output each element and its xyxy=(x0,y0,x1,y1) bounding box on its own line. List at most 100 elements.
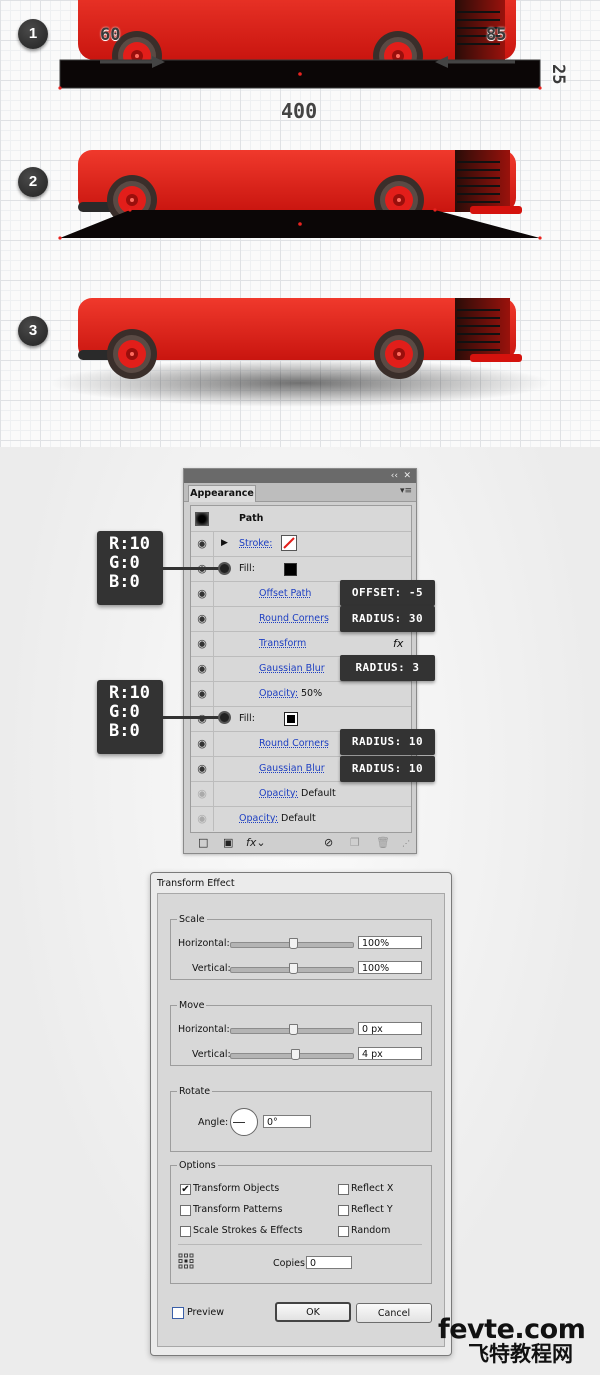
slider-thumb[interactable] xyxy=(289,1024,298,1035)
transform-patterns-checkbox[interactable] xyxy=(180,1205,191,1216)
random-label: Random xyxy=(351,1225,391,1236)
move-horizontal-input[interactable]: 0 px xyxy=(358,1022,422,1035)
scale-strokes-label: Scale Strokes & Effects xyxy=(193,1225,303,1236)
dialog-body: Scale Horizontal: 100% Vertical: 100% Mo… xyxy=(157,893,445,1347)
expand-triangle-icon[interactable]: ▶ xyxy=(221,531,228,556)
panel-footer: □ ▣ fx⌄ ⊘ ❐ 🗑 ⋰ xyxy=(184,833,416,853)
row-opacity-1[interactable]: ◉ Opacity: 50% xyxy=(191,681,411,707)
opacity-value: Default xyxy=(281,813,316,824)
round-corners-link[interactable]: Round Corners xyxy=(259,606,329,631)
radius-10-callout-a: RADIUS: 10 xyxy=(340,729,435,755)
leader-line xyxy=(163,567,221,570)
bus-illustrations xyxy=(50,0,550,407)
row-opacity-3[interactable]: ◉ Opacity: Default xyxy=(191,806,411,831)
rotate-legend: Rotate xyxy=(179,1086,211,1097)
fill-swatch-selected[interactable] xyxy=(284,712,298,726)
fx-icon: fx xyxy=(393,637,404,650)
row-path[interactable]: Path xyxy=(191,506,411,532)
reflect-y-label: Reflect Y xyxy=(351,1204,393,1215)
transform-patterns-label: Transform Patterns xyxy=(193,1204,283,1215)
fill-label: Fill: xyxy=(239,563,255,574)
scale-vertical-label: Vertical: xyxy=(192,963,231,974)
visibility-eye-icon[interactable]: ◉ xyxy=(191,806,214,831)
reference-point-icon[interactable] xyxy=(178,1253,194,1269)
scale-vertical-input[interactable]: 100% xyxy=(358,961,422,974)
add-fill-icon[interactable]: ▣ xyxy=(223,836,233,849)
scale-horizontal-slider[interactable] xyxy=(230,938,354,949)
radius-30-callout: RADIUS: 30 xyxy=(340,606,435,632)
dialog-title: Transform Effect xyxy=(157,878,235,889)
angle-input[interactable]: 0° xyxy=(263,1115,311,1128)
gaussian-blur-link[interactable]: Gaussian Blur xyxy=(259,656,325,681)
scale-vertical-slider[interactable] xyxy=(230,963,354,974)
bus-step-2 xyxy=(58,150,542,240)
round-corners-link[interactable]: Round Corners xyxy=(259,731,329,756)
move-vertical-slider[interactable] xyxy=(230,1049,354,1060)
slider-thumb[interactable] xyxy=(291,1049,300,1060)
resize-grip-icon[interactable]: ⋰ xyxy=(402,839,410,848)
transform-link[interactable]: Transform xyxy=(259,631,306,656)
ok-button[interactable]: OK xyxy=(275,1302,351,1322)
row-transform[interactable]: ◉ Transform fx xyxy=(191,631,411,657)
visibility-eye-icon[interactable]: ◉ xyxy=(191,781,214,806)
cancel-button[interactable]: Cancel xyxy=(356,1303,432,1323)
reflect-y-checkbox[interactable] xyxy=(338,1205,349,1216)
reflect-x-checkbox[interactable] xyxy=(338,1184,349,1195)
preview-label: Preview xyxy=(187,1307,224,1318)
opacity-value: Default xyxy=(301,788,336,799)
visibility-eye-icon[interactable]: ◉ xyxy=(191,531,214,556)
scale-horizontal-input[interactable]: 100% xyxy=(358,936,422,949)
add-stroke-icon[interactable]: □ xyxy=(198,836,208,849)
row-opacity-2[interactable]: ◉ Opacity: Default xyxy=(191,781,411,807)
offset-callout: OFFSET: -5 xyxy=(340,580,435,606)
random-checkbox[interactable] xyxy=(338,1226,349,1237)
visibility-eye-icon[interactable]: ◉ xyxy=(191,681,214,706)
reflect-x-label: Reflect X xyxy=(351,1183,394,1194)
add-effect-fx-icon[interactable]: fx⌄ xyxy=(246,836,266,849)
rgb-red: R:10 xyxy=(109,534,150,554)
angle-label: Angle: xyxy=(198,1117,229,1128)
transform-effect-dialog: Transform Effect Scale Horizontal: 100% … xyxy=(150,872,452,1356)
opacity-link[interactable]: Opacity: xyxy=(259,781,298,806)
move-vertical-label: Vertical: xyxy=(192,1049,231,1060)
preview-checkbox[interactable] xyxy=(172,1307,184,1319)
visibility-eye-icon[interactable]: ◉ xyxy=(191,606,214,631)
tab-appearance[interactable]: Appearance xyxy=(188,485,256,502)
offset-path-link[interactable]: Offset Path xyxy=(259,581,311,606)
stroke-none-swatch[interactable] xyxy=(281,535,297,551)
rgb-blue: B:0 xyxy=(109,721,140,741)
radius-10-callout-b: RADIUS: 10 xyxy=(340,756,435,782)
delete-item-icon[interactable]: 🗑 xyxy=(376,836,390,849)
move-horizontal-slider[interactable] xyxy=(230,1024,354,1035)
opacity-link[interactable]: Opacity: xyxy=(259,681,298,706)
bus-step-1 xyxy=(58,0,542,90)
slider-thumb[interactable] xyxy=(289,963,298,974)
rgb-blue: B:0 xyxy=(109,572,140,592)
copies-label: Copies xyxy=(273,1258,305,1269)
stroke-label[interactable]: Stroke: xyxy=(239,531,272,556)
clear-appearance-icon[interactable]: ⊘ xyxy=(324,836,333,849)
copies-input[interactable]: 0 xyxy=(306,1256,352,1269)
visibility-eye-icon[interactable]: ◉ xyxy=(191,756,214,781)
dial-hand xyxy=(233,1122,245,1123)
slider-thumb[interactable] xyxy=(289,938,298,949)
row-stroke[interactable]: ◉ ▶ Stroke: xyxy=(191,531,411,557)
panel-menu-icon[interactable]: ▾≡ xyxy=(400,486,412,496)
duplicate-item-icon[interactable]: ❐ xyxy=(350,836,360,849)
close-icon[interactable]: ✕ xyxy=(403,469,411,483)
visibility-eye-icon[interactable]: ◉ xyxy=(191,656,214,681)
visibility-eye-icon[interactable]: ◉ xyxy=(191,581,214,606)
gaussian-blur-link[interactable]: Gaussian Blur xyxy=(259,756,325,781)
path-label: Path xyxy=(239,513,264,524)
opacity-link[interactable]: Opacity: xyxy=(239,806,278,831)
move-vertical-input[interactable]: 4 px xyxy=(358,1047,422,1060)
collapse-icon[interactable]: ‹‹ xyxy=(391,469,398,483)
visibility-eye-icon[interactable]: ◉ xyxy=(191,731,214,756)
fill-swatch[interactable] xyxy=(284,563,297,576)
visibility-eye-icon[interactable]: ◉ xyxy=(191,631,214,656)
rgb-green: G:0 xyxy=(109,553,140,573)
scale-strokes-checkbox[interactable] xyxy=(180,1226,191,1237)
transform-objects-checkbox[interactable]: ✔ xyxy=(180,1184,191,1195)
angle-dial[interactable] xyxy=(230,1108,258,1136)
scale-legend: Scale xyxy=(179,914,205,925)
